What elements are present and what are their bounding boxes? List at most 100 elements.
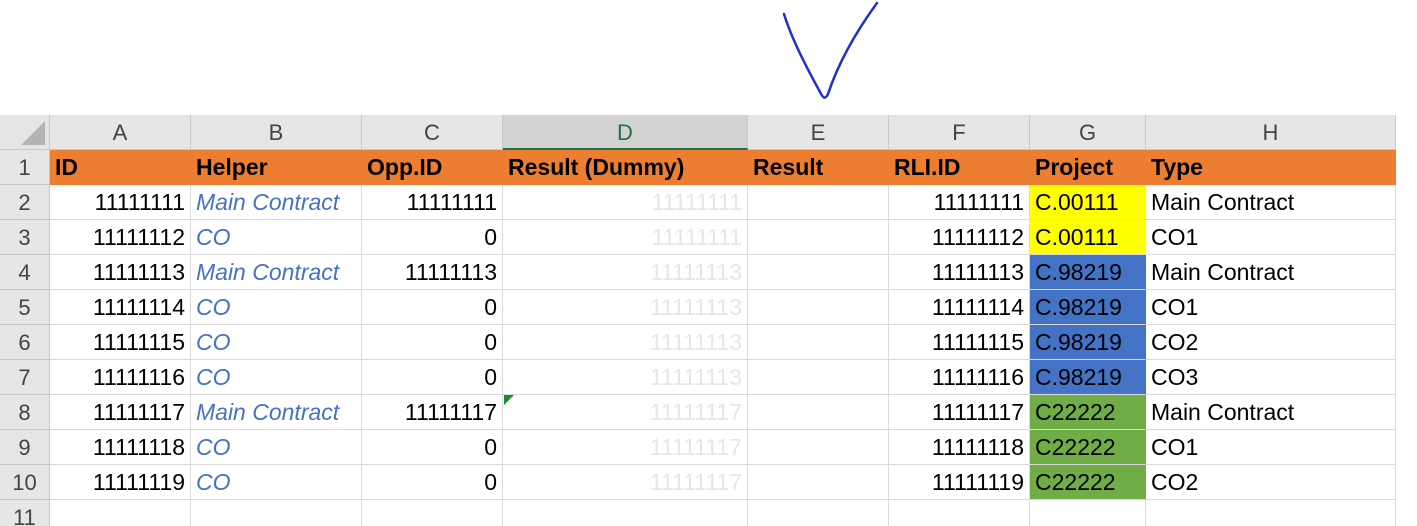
header-cell-opp-id[interactable]: Opp.ID bbox=[362, 150, 503, 185]
cell-opp-id[interactable]: 0 bbox=[362, 220, 503, 255]
row-header[interactable]: 5 bbox=[0, 290, 50, 325]
row-header-1[interactable]: 1 bbox=[0, 150, 50, 185]
cell-project[interactable]: C.00111 bbox=[1030, 220, 1146, 255]
header-cell-rli-id[interactable]: RLI.ID bbox=[889, 150, 1030, 185]
cell-opp-id[interactable]: 11111111 bbox=[362, 185, 503, 220]
header-cell-type[interactable]: Type bbox=[1146, 150, 1396, 185]
cell-type[interactable]: CO2 bbox=[1146, 465, 1396, 500]
empty-cell[interactable] bbox=[748, 500, 889, 526]
cell-id[interactable]: 11111112 bbox=[50, 220, 191, 255]
cell-helper[interactable]: Main Contract bbox=[191, 255, 362, 290]
cell-rli-id[interactable]: 11111113 bbox=[889, 255, 1030, 290]
cell-result[interactable] bbox=[748, 465, 889, 500]
cell-result-dummy[interactable]: 11111113 bbox=[503, 360, 748, 395]
row-header[interactable]: 6 bbox=[0, 325, 50, 360]
cell-project[interactable]: C.98219 bbox=[1030, 255, 1146, 290]
row-header[interactable]: 3 bbox=[0, 220, 50, 255]
cell-result-dummy[interactable]: 11111111 bbox=[503, 220, 748, 255]
empty-cell[interactable] bbox=[889, 500, 1030, 526]
cell-opp-id[interactable]: 11111113 bbox=[362, 255, 503, 290]
cell-project[interactable]: C22222 bbox=[1030, 465, 1146, 500]
header-cell-result[interactable]: Result bbox=[748, 150, 889, 185]
cell-id[interactable]: 11111111 bbox=[50, 185, 191, 220]
header-cell-id[interactable]: ID bbox=[50, 150, 191, 185]
cell-result-dummy[interactable]: 11111117 bbox=[503, 465, 748, 500]
cell-id[interactable]: 11111116 bbox=[50, 360, 191, 395]
cell-opp-id[interactable]: 11111117 bbox=[362, 395, 503, 430]
cell-project[interactable]: C22222 bbox=[1030, 430, 1146, 465]
cell-rli-id[interactable]: 11111118 bbox=[889, 430, 1030, 465]
cell-type[interactable]: Main Contract bbox=[1146, 185, 1396, 220]
cell-helper[interactable]: CO bbox=[191, 360, 362, 395]
column-header-e[interactable]: E bbox=[748, 115, 889, 150]
cell-type[interactable]: Main Contract bbox=[1146, 395, 1396, 430]
row-header-11[interactable]: 11 bbox=[0, 500, 50, 526]
column-header-h[interactable]: H bbox=[1146, 115, 1396, 150]
cell-result-dummy[interactable]: 11111113 bbox=[503, 255, 748, 290]
cell-project[interactable]: C.98219 bbox=[1030, 325, 1146, 360]
cell-result-dummy[interactable]: 11111113 bbox=[503, 325, 748, 360]
cell-result[interactable] bbox=[748, 360, 889, 395]
header-cell-result-dummy[interactable]: Result (Dummy) bbox=[503, 150, 748, 185]
cell-id[interactable]: 11111117 bbox=[50, 395, 191, 430]
column-header-b[interactable]: B bbox=[191, 115, 362, 150]
cell-helper[interactable]: Main Contract bbox=[191, 185, 362, 220]
header-cell-project[interactable]: Project bbox=[1030, 150, 1146, 185]
empty-cell[interactable] bbox=[362, 500, 503, 526]
cell-id[interactable]: 11111115 bbox=[50, 325, 191, 360]
row-header[interactable]: 2 bbox=[0, 185, 50, 220]
empty-cell[interactable] bbox=[503, 500, 748, 526]
select-all-button[interactable] bbox=[0, 115, 50, 150]
empty-cell[interactable] bbox=[1030, 500, 1146, 526]
cell-id[interactable]: 11111113 bbox=[50, 255, 191, 290]
cell-helper[interactable]: Main Contract bbox=[191, 395, 362, 430]
cell-type[interactable]: CO1 bbox=[1146, 220, 1396, 255]
cell-type[interactable]: CO3 bbox=[1146, 360, 1396, 395]
cell-helper[interactable]: CO bbox=[191, 220, 362, 255]
cell-helper[interactable]: CO bbox=[191, 465, 362, 500]
cell-project[interactable]: C.98219 bbox=[1030, 290, 1146, 325]
cell-opp-id[interactable]: 0 bbox=[362, 290, 503, 325]
header-cell-helper[interactable]: Helper bbox=[191, 150, 362, 185]
cell-result-dummy[interactable]: 11111117 bbox=[503, 430, 748, 465]
cell-helper[interactable]: CO bbox=[191, 430, 362, 465]
cell-opp-id[interactable]: 0 bbox=[362, 325, 503, 360]
cell-result[interactable] bbox=[748, 185, 889, 220]
cell-result[interactable] bbox=[748, 325, 889, 360]
cell-project[interactable]: C.00111 bbox=[1030, 185, 1146, 220]
cell-type[interactable]: CO2 bbox=[1146, 325, 1396, 360]
column-header-g[interactable]: G bbox=[1030, 115, 1146, 150]
cell-rli-id[interactable]: 11111114 bbox=[889, 290, 1030, 325]
cell-type[interactable]: CO1 bbox=[1146, 430, 1396, 465]
cell-result-dummy[interactable]: 11111117 bbox=[503, 395, 748, 430]
cell-id[interactable]: 11111119 bbox=[50, 465, 191, 500]
row-header[interactable]: 9 bbox=[0, 430, 50, 465]
column-header-a[interactable]: A bbox=[50, 115, 191, 150]
cell-rli-id[interactable]: 11111117 bbox=[889, 395, 1030, 430]
cell-opp-id[interactable]: 0 bbox=[362, 465, 503, 500]
cell-type[interactable]: Main Contract bbox=[1146, 255, 1396, 290]
cell-rli-id[interactable]: 11111119 bbox=[889, 465, 1030, 500]
empty-cell[interactable] bbox=[1146, 500, 1396, 526]
cell-type[interactable]: CO1 bbox=[1146, 290, 1396, 325]
cell-id[interactable]: 11111114 bbox=[50, 290, 191, 325]
cell-result-dummy[interactable]: 11111113 bbox=[503, 290, 748, 325]
cell-result[interactable] bbox=[748, 290, 889, 325]
empty-cell[interactable] bbox=[50, 500, 191, 526]
cell-result[interactable] bbox=[748, 255, 889, 290]
cell-rli-id[interactable]: 11111111 bbox=[889, 185, 1030, 220]
cell-rli-id[interactable]: 11111116 bbox=[889, 360, 1030, 395]
cell-result[interactable] bbox=[748, 430, 889, 465]
column-header-f[interactable]: F bbox=[889, 115, 1030, 150]
cell-rli-id[interactable]: 11111112 bbox=[889, 220, 1030, 255]
row-header[interactable]: 4 bbox=[0, 255, 50, 290]
cell-rli-id[interactable]: 11111115 bbox=[889, 325, 1030, 360]
cell-project[interactable]: C22222 bbox=[1030, 395, 1146, 430]
cell-result[interactable] bbox=[748, 220, 889, 255]
cell-helper[interactable]: CO bbox=[191, 290, 362, 325]
column-header-d[interactable]: D bbox=[503, 115, 748, 150]
row-header[interactable]: 8 bbox=[0, 395, 50, 430]
row-header[interactable]: 7 bbox=[0, 360, 50, 395]
cell-project[interactable]: C.98219 bbox=[1030, 360, 1146, 395]
cell-id[interactable]: 11111118 bbox=[50, 430, 191, 465]
